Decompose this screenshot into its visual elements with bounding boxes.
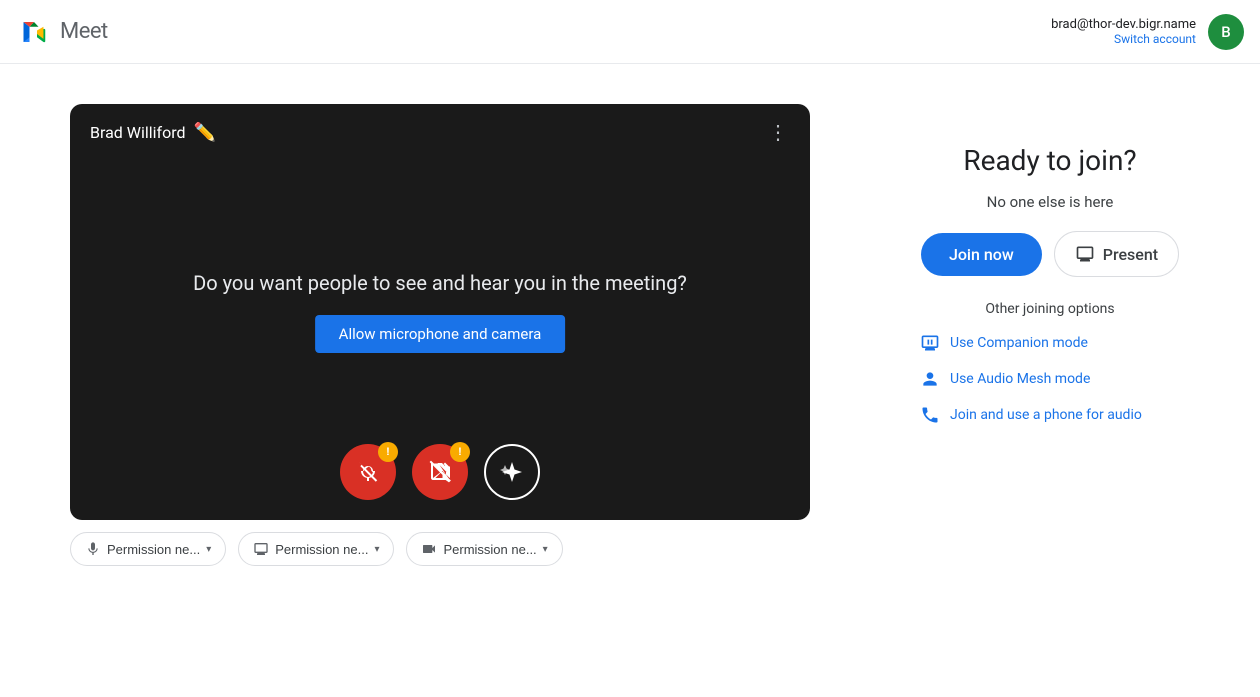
- screen-icon: [253, 541, 269, 557]
- microphone-permission-pill[interactable]: Permission ne... ▾: [70, 532, 226, 566]
- camera-permission-label: Permission ne...: [443, 542, 536, 557]
- camera-permission-pill[interactable]: Permission ne... ▾: [406, 532, 562, 566]
- audio-mesh-label: Use Audio Mesh mode: [950, 371, 1090, 387]
- video-question-text: Do you want people to see and hear you i…: [193, 271, 687, 295]
- mute-microphone-button[interactable]: !: [340, 444, 396, 500]
- camera-chevron-icon: ▾: [543, 544, 548, 555]
- present-icon: [1075, 244, 1095, 264]
- join-now-button[interactable]: Join now: [921, 233, 1042, 276]
- permission-bar: Permission ne... ▾ Permission ne... ▾ Pe…: [70, 532, 810, 566]
- audio-mesh-icon: [920, 369, 940, 389]
- join-panel: Ready to join? No one else is here Join …: [910, 104, 1190, 425]
- switch-account-link[interactable]: Switch account: [1051, 32, 1196, 46]
- video-user-name: Brad Williford ✏️: [90, 122, 216, 143]
- join-buttons: Join now Present: [921, 231, 1179, 277]
- meet-logo-icon: [16, 14, 52, 50]
- other-options-list: Use Companion mode Use Audio Mesh mode J…: [910, 333, 1190, 425]
- phone-audio-link[interactable]: Join and use a phone for audio: [920, 405, 1180, 425]
- mic-off-icon: [356, 460, 380, 484]
- main-content: Brad Williford ✏️ ⋮ Do you want people t…: [0, 64, 1260, 697]
- allow-microphone-camera-button[interactable]: Allow microphone and camera: [315, 315, 566, 353]
- screen-permission-pill[interactable]: Permission ne... ▾: [238, 532, 394, 566]
- other-options-title: Other joining options: [985, 301, 1114, 317]
- screen-chevron-icon: ▾: [374, 544, 379, 555]
- sparkle-icon: [500, 460, 524, 484]
- video-center: Do you want people to see and hear you i…: [193, 271, 687, 353]
- account-info: brad@thor-dev.bigr.name Switch account: [1051, 17, 1196, 46]
- effects-button[interactable]: [484, 444, 540, 500]
- video-header: Brad Williford ✏️ ⋮: [70, 104, 810, 160]
- camera-warning-badge: !: [450, 442, 470, 462]
- mic-warning-badge: !: [378, 442, 398, 462]
- no-one-text: No one else is here: [987, 193, 1114, 211]
- more-options-icon[interactable]: ⋮: [768, 120, 790, 144]
- mic-permission-label: Permission ne...: [107, 542, 200, 557]
- video-section: Brad Williford ✏️ ⋮ Do you want people t…: [70, 104, 810, 566]
- video-controls: ! !: [340, 444, 540, 500]
- app-title: Meet: [60, 19, 108, 44]
- avatar[interactable]: B: [1208, 14, 1244, 50]
- header-left: Meet: [16, 14, 108, 50]
- companion-mode-icon: [920, 333, 940, 353]
- header-right: brad@thor-dev.bigr.name Switch account B: [1051, 14, 1244, 50]
- camera-icon: [421, 541, 437, 557]
- header: Meet brad@thor-dev.bigr.name Switch acco…: [0, 0, 1260, 64]
- screen-permission-label: Permission ne...: [275, 542, 368, 557]
- edit-name-icon[interactable]: ✏️: [194, 122, 216, 143]
- videocam-off-icon: [428, 460, 452, 484]
- audio-mesh-mode-link[interactable]: Use Audio Mesh mode: [920, 369, 1180, 389]
- companion-mode-label: Use Companion mode: [950, 335, 1088, 351]
- companion-mode-link[interactable]: Use Companion mode: [920, 333, 1180, 353]
- present-label: Present: [1103, 245, 1158, 264]
- disable-camera-button[interactable]: !: [412, 444, 468, 500]
- phone-audio-label: Join and use a phone for audio: [950, 407, 1142, 423]
- phone-audio-icon: [920, 405, 940, 425]
- account-email: brad@thor-dev.bigr.name: [1051, 17, 1196, 32]
- mic-chevron-icon: ▾: [206, 544, 211, 555]
- ready-to-join-title: Ready to join?: [963, 144, 1136, 177]
- present-button[interactable]: Present: [1054, 231, 1179, 277]
- video-preview: Brad Williford ✏️ ⋮ Do you want people t…: [70, 104, 810, 520]
- microphone-icon: [85, 541, 101, 557]
